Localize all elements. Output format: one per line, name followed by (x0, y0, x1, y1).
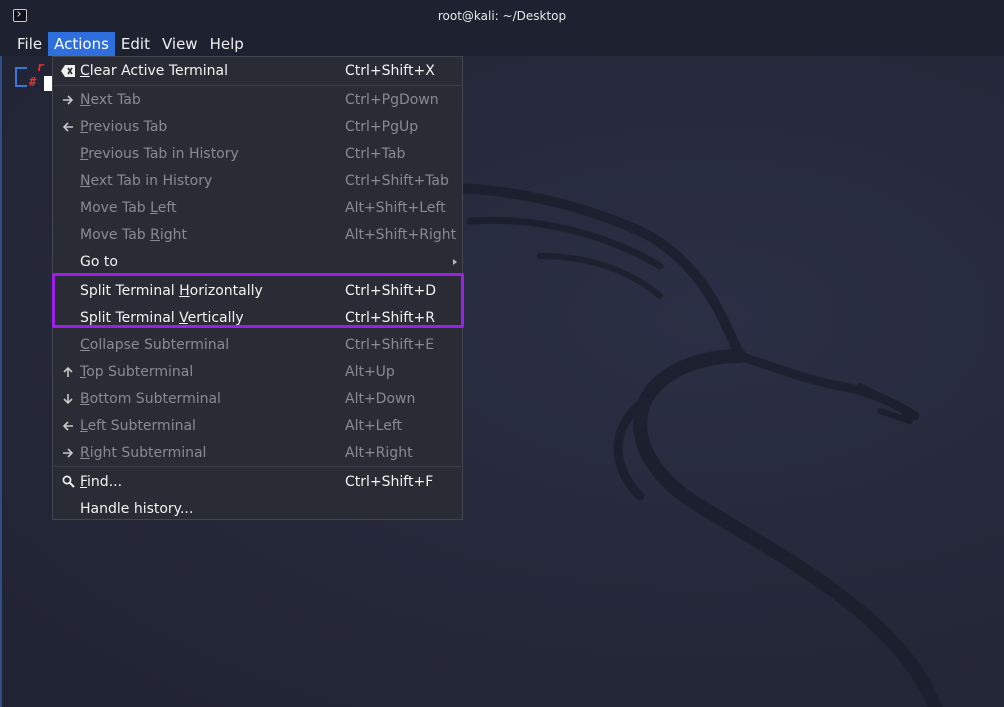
menu-edit[interactable]: Edit (115, 32, 156, 56)
menu-item-find[interactable]: Find... Ctrl+Shift+F (53, 468, 462, 495)
menu-item-label: Move Tab Left (80, 199, 177, 216)
menu-item-shortcut: Alt+Right (345, 444, 413, 461)
menu-item-left-subterminal[interactable]: Left Subterminal Alt+Left (53, 412, 462, 439)
menu-actions[interactable]: Actions (48, 32, 115, 56)
menu-item-shortcut: Alt+Shift+Right (345, 226, 457, 243)
arrow-left-icon (61, 419, 75, 433)
menu-item-handle-history[interactable]: Handle history... (53, 495, 462, 522)
window-left-border (0, 56, 2, 707)
arrow-down-icon (61, 392, 75, 406)
menu-item-shortcut: Alt+Shift+Left (345, 199, 446, 216)
menu-item-right-subterminal[interactable]: Right Subterminal Alt+Right (53, 439, 462, 466)
prompt-bracket (15, 67, 27, 87)
menu-item-shortcut: Ctrl+Shift+X (345, 62, 435, 79)
title-bar: root@kali: ~/Desktop (0, 0, 1004, 32)
menu-item-bottom-subterminal[interactable]: Bottom Subterminal Alt+Down (53, 385, 462, 412)
menu-item-shortcut: Alt+Left (345, 417, 403, 434)
menu-item-label: Next Tab (80, 91, 141, 108)
prompt-user-fragment: r (37, 60, 45, 74)
menu-item-move-tab-left[interactable]: Move Tab Left Alt+Shift+Left (53, 194, 462, 221)
menu-help[interactable]: Help (204, 32, 250, 56)
menu-item-shortcut: Alt+Down (345, 390, 416, 407)
menu-item-label: Previous Tab in History (80, 145, 239, 162)
menu-item-label: Go to (80, 253, 118, 270)
terminal-app-icon[interactable] (13, 9, 27, 22)
menu-item-collapse-subterminal[interactable]: Collapse Subterminal Ctrl+Shift+E (53, 331, 462, 358)
menu-item-next-tab-in-history[interactable]: Next Tab in History Ctrl+Shift+Tab (53, 167, 462, 194)
window-title: root@kali: ~/Desktop (437, 9, 567, 23)
terminal-window: root@kali: ~/Desktop File Actions Edit V… (0, 0, 1004, 707)
menu-view[interactable]: View (156, 32, 204, 56)
arrow-right-icon (61, 446, 75, 460)
prompt-hash: # (29, 75, 37, 89)
menu-bar: File Actions Edit View Help (0, 32, 1004, 56)
menu-item-label: Find... (80, 473, 123, 490)
search-icon (61, 475, 75, 489)
submenu-arrow-icon (453, 258, 457, 265)
menu-item-go-to[interactable]: Go to (53, 248, 462, 275)
clear-terminal-icon (61, 64, 75, 78)
menu-item-label: Next Tab in History (80, 172, 213, 189)
menu-item-previous-tab[interactable]: Previous Tab Ctrl+PgUp (53, 113, 462, 140)
menu-item-shortcut: Ctrl+Tab (345, 145, 406, 162)
menu-file[interactable]: File (11, 32, 48, 56)
menu-item-label: Top Subterminal (80, 363, 194, 380)
menu-item-move-tab-right[interactable]: Move Tab Right Alt+Shift+Right (53, 221, 462, 248)
menu-item-shortcut: Ctrl+Shift+F (345, 473, 434, 490)
split-options-highlight-outline (52, 273, 464, 328)
menu-item-clear-active-terminal[interactable]: Clear Active Terminal Ctrl+Shift+X (53, 57, 462, 84)
menu-item-shortcut: Ctrl+Shift+Tab (345, 172, 449, 189)
menu-item-shortcut: Ctrl+PgDown (345, 91, 439, 108)
menu-separator (54, 466, 461, 467)
menu-item-label: Clear Active Terminal (80, 62, 228, 79)
menu-item-label: Move Tab Right (80, 226, 188, 243)
arrow-up-icon (61, 365, 75, 379)
arrow-right-icon (61, 93, 75, 107)
arrow-left-icon (61, 120, 75, 134)
menu-item-label: Collapse Subterminal (80, 336, 230, 353)
menu-item-label: Handle history... (80, 500, 194, 517)
menu-item-shortcut: Alt+Up (345, 363, 395, 380)
menu-item-top-subterminal[interactable]: Top Subterminal Alt+Up (53, 358, 462, 385)
menu-item-next-tab[interactable]: Next Tab Ctrl+PgDown (53, 86, 462, 113)
menu-item-label: Left Subterminal (80, 417, 196, 434)
terminal-cursor (44, 76, 52, 91)
menu-item-label: Previous Tab (80, 118, 168, 135)
menu-item-shortcut: Ctrl+Shift+E (345, 336, 435, 353)
menu-item-previous-tab-in-history[interactable]: Previous Tab in History Ctrl+Tab (53, 140, 462, 167)
menu-item-label: Right Subterminal (80, 444, 207, 461)
menu-item-label: Bottom Subterminal (80, 390, 221, 407)
menu-item-shortcut: Ctrl+PgUp (345, 118, 419, 135)
